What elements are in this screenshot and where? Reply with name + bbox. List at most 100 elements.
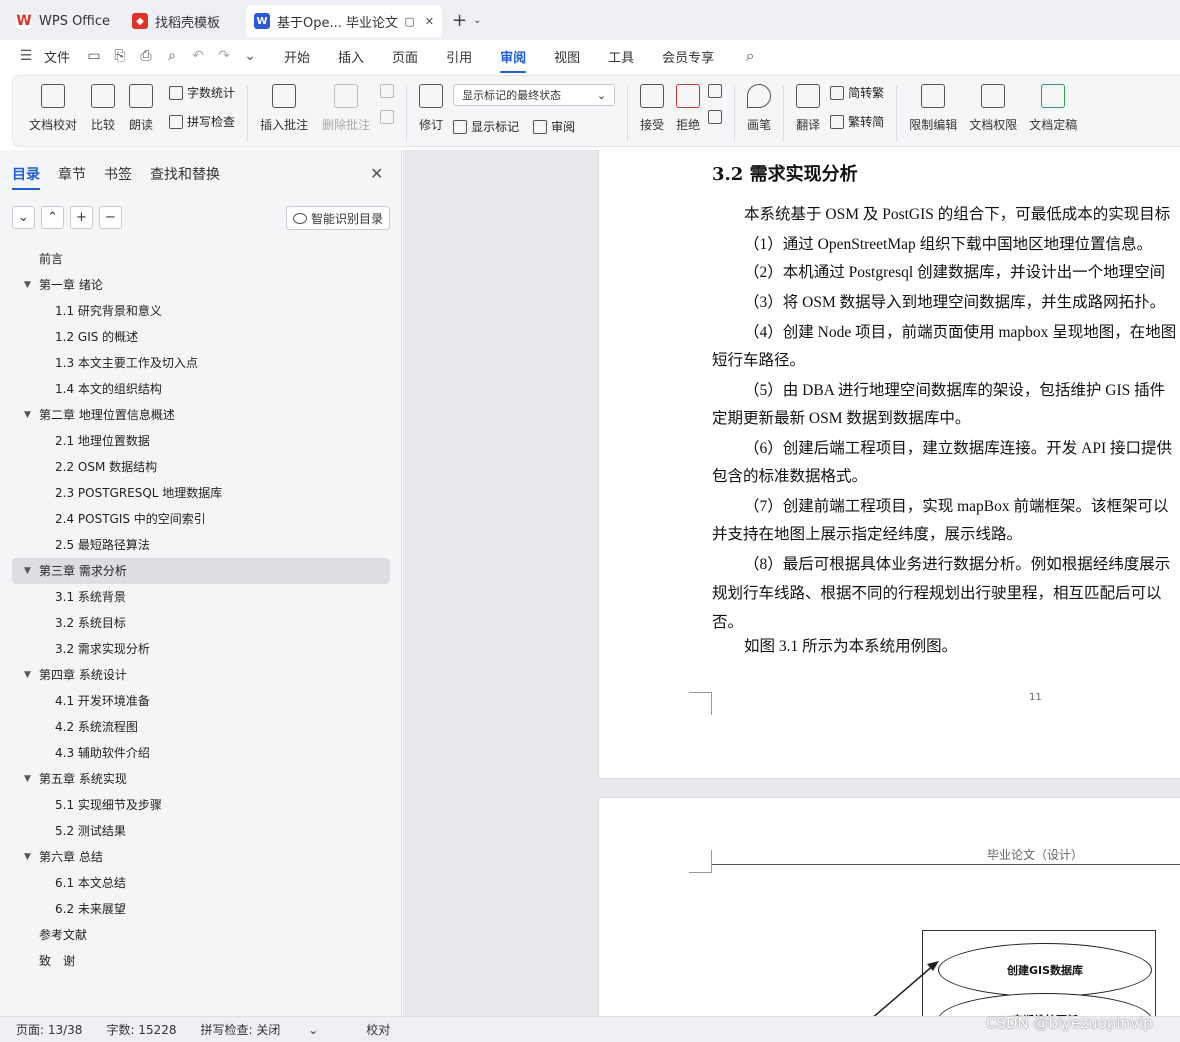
to-simplified-button[interactable]: 繁转简 bbox=[830, 113, 884, 130]
tab-page[interactable]: 页面 bbox=[392, 47, 418, 66]
doc-permission-button[interactable]: 文档权限 bbox=[969, 84, 1017, 133]
document-canvas[interactable]: 3.2 需求实现分析 本系统基于 OSM 及 PostGIS 的组合下，可最低成… bbox=[403, 150, 1180, 1016]
translate-button[interactable]: 翻译 bbox=[796, 84, 820, 133]
toc-item[interactable]: 2.5 最短路径算法 bbox=[0, 532, 402, 558]
redo-icon[interactable]: ↷ bbox=[216, 48, 232, 64]
close-icon[interactable]: ✕ bbox=[370, 164, 383, 183]
smart-toc-button[interactable]: 智能识别目录 bbox=[286, 206, 390, 230]
print-icon[interactable]: ⎙ bbox=[138, 48, 154, 64]
tab-member[interactable]: 会员专享 bbox=[662, 47, 714, 66]
tab-insert[interactable]: 插入 bbox=[338, 47, 364, 66]
doc-finalize-button[interactable]: 文档定稿 bbox=[1029, 84, 1077, 133]
remove-heading-icon[interactable]: − bbox=[99, 206, 122, 229]
proofread-button[interactable]: 文档校对 bbox=[29, 84, 77, 133]
toc-item[interactable]: ▼ 第三章 需求分析 bbox=[12, 558, 390, 584]
caret-down-icon[interactable]: ▼ bbox=[24, 766, 31, 792]
proof-indicator[interactable]: 校对 bbox=[366, 1021, 390, 1038]
word-count-button[interactable]: 字数统计 bbox=[169, 84, 235, 101]
more-chevron-icon[interactable]: ⌄ bbox=[242, 48, 258, 64]
toc-item[interactable]: ▼ 第一章 绪论 bbox=[0, 272, 402, 298]
review-pane-button[interactable]: 审阅 bbox=[533, 118, 575, 135]
share-icon[interactable]: ⎘ bbox=[112, 48, 128, 64]
toc-item[interactable]: 前言 bbox=[0, 246, 402, 272]
spell-check-button[interactable]: 拼写检查 bbox=[169, 113, 235, 130]
toc-item[interactable]: 1.2 GIS 的概述 bbox=[0, 324, 402, 350]
toc-item[interactable]: 4.3 辅助软件介绍 bbox=[0, 740, 402, 766]
ribbon-divider bbox=[627, 86, 629, 142]
toc-item[interactable]: 3.1 系统背景 bbox=[0, 584, 402, 610]
toc-item[interactable]: 3.2 需求实现分析 bbox=[0, 636, 402, 662]
toc-item[interactable]: 3.2 系统目标 bbox=[0, 610, 402, 636]
toc-item[interactable]: 1.4 本文的组织结构 bbox=[0, 376, 402, 402]
tab-review[interactable]: 审阅 bbox=[500, 47, 527, 73]
show-markup-button[interactable]: 显示标记 bbox=[453, 118, 519, 135]
toc-item[interactable]: 2.4 POSTGIS 中的空间索引 bbox=[0, 506, 402, 532]
chevron-down-icon[interactable]: ⌄ bbox=[473, 15, 481, 26]
toc-item[interactable]: 2.3 POSTGRESQL 地理数据库 bbox=[0, 480, 402, 506]
print-preview-icon[interactable]: ⌕ bbox=[164, 48, 180, 64]
tab-start[interactable]: 开始 bbox=[284, 47, 310, 66]
close-tab-icon[interactable]: ✕ bbox=[425, 15, 434, 28]
tab-document[interactable]: W 基于Ope... 毕业论文 ▢ ✕ bbox=[246, 5, 442, 37]
toc-item[interactable]: 4.2 系统流程图 bbox=[0, 714, 402, 740]
prev-change-button[interactable] bbox=[708, 84, 723, 98]
file-menu[interactable]: 文件 bbox=[44, 47, 70, 66]
toc-item[interactable]: 1.3 本文主要工作及切入点 bbox=[0, 350, 402, 376]
restore-icon[interactable]: ▢ bbox=[404, 15, 414, 28]
read-aloud-button[interactable]: 朗读 bbox=[129, 84, 153, 133]
insert-comment-button[interactable]: 插入批注 bbox=[260, 84, 308, 133]
next-comment-button[interactable] bbox=[380, 110, 395, 124]
nav-tab-find-replace[interactable]: 查找和替换 bbox=[150, 164, 220, 184]
markup-state-select[interactable]: 显示标记的最终状态 ⌄ bbox=[453, 84, 616, 106]
toc-item[interactable]: 5.2 测试结果 bbox=[0, 818, 402, 844]
save-icon[interactable]: ▭ bbox=[86, 48, 102, 64]
caret-down-icon[interactable]: ▼ bbox=[24, 402, 31, 428]
toc-item-label: 3.2 系统目标 bbox=[55, 616, 126, 630]
toc-item[interactable]: 6.2 未来展望 bbox=[0, 896, 402, 922]
hamburger-icon[interactable]: ☰ bbox=[18, 48, 34, 64]
accept-button[interactable]: 接受 bbox=[640, 84, 664, 133]
caret-down-icon[interactable]: ▼ bbox=[24, 844, 31, 870]
new-tab-button[interactable]: + ⌄ bbox=[452, 10, 481, 31]
toc-item[interactable]: ▼ 第二章 地理位置信息概述 bbox=[0, 402, 402, 428]
toc-item[interactable]: 5.1 实现细节及步骤 bbox=[0, 792, 402, 818]
toc-item[interactable]: 参考文献 bbox=[0, 922, 402, 948]
tab-wps-office[interactable]: W WPS Office bbox=[8, 5, 120, 37]
nav-tab-bookmarks[interactable]: 书签 bbox=[104, 164, 132, 184]
caret-down-icon[interactable]: ▼ bbox=[24, 558, 31, 584]
search-icon[interactable]: ⌕ bbox=[742, 46, 758, 65]
compare-button[interactable]: 比较 bbox=[91, 84, 115, 133]
toc-item[interactable]: 4.1 开发环境准备 bbox=[0, 688, 402, 714]
caret-down-icon[interactable]: ▼ bbox=[24, 662, 31, 688]
caret-down-icon[interactable]: ▼ bbox=[24, 272, 31, 298]
collapse-icon[interactable]: ⌃ bbox=[41, 206, 64, 229]
toc-item[interactable]: 1.1 研究背景和意义 bbox=[0, 298, 402, 324]
reject-button[interactable]: 拒绝 bbox=[676, 84, 700, 133]
delete-comment-button[interactable]: 删除批注 bbox=[322, 84, 370, 133]
nav-tab-sections[interactable]: 章节 bbox=[58, 164, 86, 184]
to-traditional-button[interactable]: 简转繁 bbox=[830, 84, 884, 101]
toc-item[interactable]: 6.1 本文总结 bbox=[0, 870, 402, 896]
restrict-edit-button[interactable]: 限制编辑 bbox=[909, 84, 957, 133]
toc-item[interactable]: ▼ 第五章 系统实现 bbox=[0, 766, 402, 792]
undo-icon[interactable]: ↶ bbox=[190, 48, 206, 64]
tab-templates[interactable]: ◆ 找稻壳模板 bbox=[124, 5, 242, 37]
prev-comment-button[interactable] bbox=[380, 84, 395, 98]
pen-button[interactable]: 画笔 bbox=[747, 84, 771, 133]
nav-tab-toc[interactable]: 目录 bbox=[12, 164, 40, 190]
add-heading-icon[interactable]: + bbox=[70, 206, 93, 229]
tab-references[interactable]: 引用 bbox=[446, 47, 472, 66]
word-count-indicator[interactable]: 字数: 15228 bbox=[106, 1021, 176, 1038]
toc-item[interactable]: 2.1 地理位置数据 bbox=[0, 428, 402, 454]
toc-item[interactable]: 致 谢 bbox=[0, 948, 402, 974]
next-change-button[interactable] bbox=[708, 110, 723, 124]
tab-tools[interactable]: 工具 bbox=[608, 47, 634, 66]
spell-check-indicator[interactable]: 拼写检查: 关闭 ⌄ bbox=[201, 1021, 343, 1038]
page-indicator[interactable]: 页面: 13/38 bbox=[16, 1021, 82, 1038]
expand-icon[interactable]: ⌄ bbox=[12, 206, 35, 229]
toc-item[interactable]: 2.2 OSM 数据结构 bbox=[0, 454, 402, 480]
toc-item[interactable]: ▼ 第四章 系统设计 bbox=[0, 662, 402, 688]
track-changes-button[interactable]: 修订 bbox=[419, 84, 443, 133]
toc-item[interactable]: ▼ 第六章 总结 bbox=[0, 844, 402, 870]
tab-view[interactable]: 视图 bbox=[554, 47, 580, 66]
